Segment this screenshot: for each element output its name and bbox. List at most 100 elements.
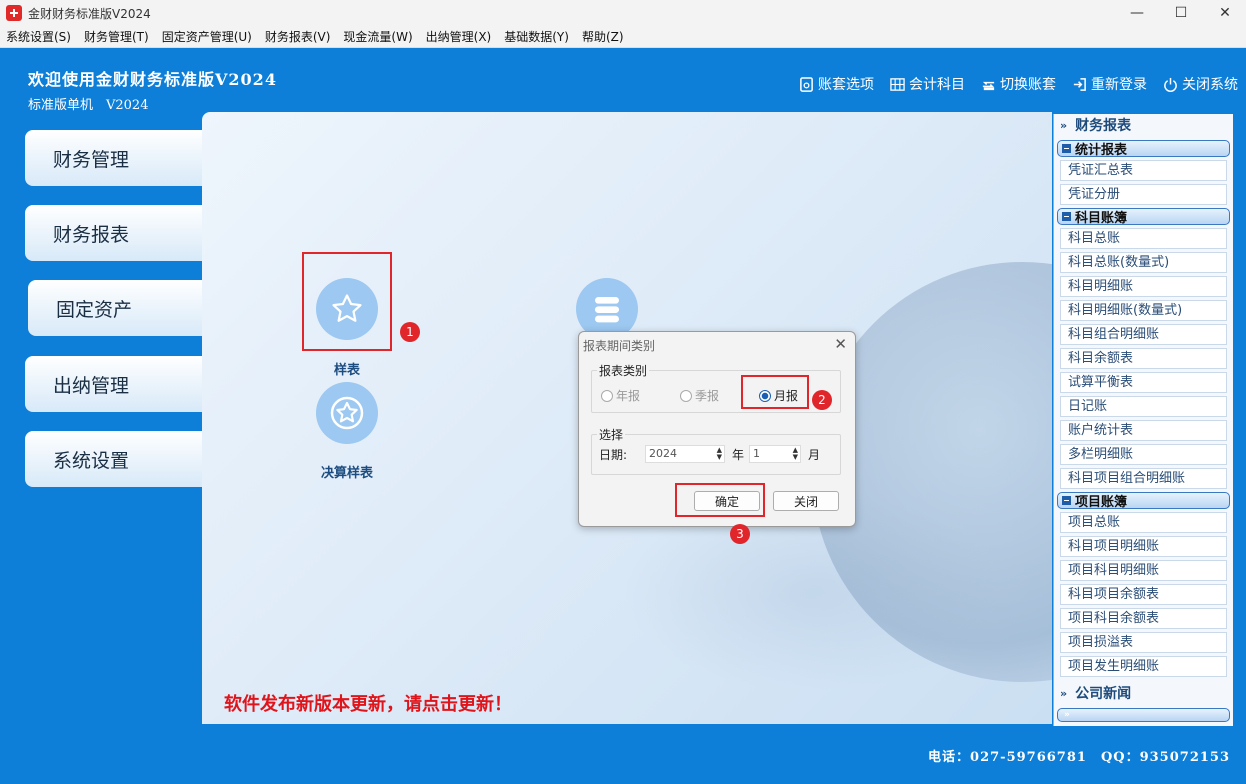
update-notice-link[interactable]: 软件发布新版本更新，请点击更新！ xyxy=(224,690,512,716)
section-project-ledgers[interactable]: 项目账簿 xyxy=(1057,492,1230,510)
radio-quarterly[interactable]: 季报 xyxy=(680,387,719,404)
double-chevron-down-icon: » xyxy=(1060,686,1068,700)
month-spinner[interactable]: 1 ▲ ▼ xyxy=(749,445,801,463)
close-window-button[interactable]: ✕ xyxy=(1202,0,1246,26)
final-sample-label: 决算样表 xyxy=(321,466,374,481)
highlight-box-3 xyxy=(675,483,765,517)
final-sample-button[interactable] xyxy=(316,382,378,444)
dialog-title: 报表期间类别 xyxy=(583,339,656,353)
nav-finance-management[interactable]: 财务管理 xyxy=(25,130,203,186)
list-item[interactable]: 凭证汇总表 xyxy=(1060,160,1227,181)
month-spin-arrows-icon[interactable]: ▲ ▼ xyxy=(793,447,798,461)
menu-financial-reports[interactable]: 财务报表(V) xyxy=(259,28,338,45)
radio-quarterly-label: 季报 xyxy=(695,389,720,403)
year-spin-arrows-icon[interactable]: ▲ ▼ xyxy=(717,447,722,461)
list-item[interactable]: 凭证分册 xyxy=(1060,184,1227,205)
list-item[interactable]: 日记账 xyxy=(1060,396,1227,417)
app-icon xyxy=(6,5,22,21)
report-type-legend: 报表类别 xyxy=(597,362,650,379)
database-icon xyxy=(595,297,619,323)
sample-table-label: 样表 xyxy=(334,363,361,378)
title-bar: 金财财务标准版V2024 — ☐ ✕ xyxy=(0,0,1246,26)
maximize-button[interactable]: ☐ xyxy=(1158,0,1204,26)
switch-account-button[interactable]: 切换账套 xyxy=(981,74,1056,94)
power-icon xyxy=(1164,77,1177,92)
menu-finance-management[interactable]: 财务管理(T) xyxy=(78,28,156,45)
menu-cashier[interactable]: 出纳管理(X) xyxy=(420,28,499,45)
list-item[interactable]: 项目科目余额表 xyxy=(1060,608,1227,629)
menu-basic-data[interactable]: 基础数据(Y) xyxy=(498,28,576,45)
section-project-ledgers-title: 项目账簿 xyxy=(1075,495,1128,510)
list-item[interactable]: 科目余额表 xyxy=(1060,348,1227,369)
nav-cashier[interactable]: 出纳管理 xyxy=(25,356,203,412)
list-item[interactable]: 账户统计表 xyxy=(1060,420,1227,441)
contact-footer: 电话：027-59766781 QQ：935072153 xyxy=(928,750,1230,765)
radio-annual-dot xyxy=(601,389,613,402)
reports-panel-header[interactable]: » 财务报表 xyxy=(1054,114,1234,136)
nav-fixed-assets[interactable]: 固定资产 xyxy=(28,280,206,336)
exit-system-button[interactable]: 关闭系统 xyxy=(1163,74,1238,94)
radio-annual-label: 年报 xyxy=(616,389,641,403)
login-icon xyxy=(1073,77,1086,91)
year-spinner[interactable]: 2024 ▲ ▼ xyxy=(645,445,725,463)
account-options-button[interactable]: 账套选项 xyxy=(799,74,874,94)
reports-panel-title: 财务报表 xyxy=(1075,118,1132,134)
dialog-close-icon[interactable]: ✕ xyxy=(834,335,847,353)
menu-bar: 系统设置(S) 财务管理(T) 固定资产管理(U) 财务报表(V) 现金流量(W… xyxy=(0,26,1246,48)
chevron-down-icon: » xyxy=(1064,710,1070,720)
list-item[interactable]: 多栏明细账 xyxy=(1060,444,1227,465)
menu-system-settings[interactable]: 系统设置(S) xyxy=(0,28,78,45)
dialog-close-button[interactable]: 关闭 xyxy=(773,491,839,511)
menu-cash-flow[interactable]: 现金流量(W) xyxy=(337,28,419,45)
switch-icon xyxy=(982,81,995,90)
radio-annual[interactable]: 年报 xyxy=(601,387,640,404)
month-value: 1 xyxy=(753,447,760,460)
section-statistics[interactable]: 统计报表 xyxy=(1057,140,1230,158)
double-chevron-down-icon: » xyxy=(1060,118,1068,132)
list-item[interactable]: 项目发生明细账 xyxy=(1060,656,1227,677)
section-subject-ledgers[interactable]: 科目账簿 xyxy=(1057,208,1230,226)
nav-system-settings[interactable]: 系统设置 xyxy=(25,431,203,487)
month-unit: 月 xyxy=(808,448,821,462)
menu-help[interactable]: 帮助(Z) xyxy=(576,28,631,45)
list-item[interactable]: 科目组合明细账 xyxy=(1060,324,1227,345)
menu-fixed-assets[interactable]: 固定资产管理(U) xyxy=(156,28,259,45)
account-options-icon xyxy=(800,76,813,92)
grid-icon xyxy=(890,77,905,91)
list-item[interactable]: 项目损溢表 xyxy=(1060,632,1227,653)
year-unit: 年 xyxy=(732,448,745,462)
list-item[interactable]: 科目总账(数量式) xyxy=(1060,252,1227,273)
list-item[interactable]: 项目科目明细账 xyxy=(1060,560,1227,581)
relogin-label: 重新登录 xyxy=(1091,77,1147,93)
welcome-title: 欢迎使用金财财务标准版V2024 xyxy=(28,70,277,89)
nav-financial-reports[interactable]: 财务报表 xyxy=(25,205,203,261)
minimize-button[interactable]: — xyxy=(1114,0,1160,26)
list-item[interactable]: 项目总账 xyxy=(1060,512,1227,533)
list-item[interactable]: 试算平衡表 xyxy=(1060,372,1227,393)
highlight-box-1 xyxy=(302,252,392,351)
list-item[interactable]: 科目项目组合明细账 xyxy=(1060,468,1227,489)
news-panel-title: 公司新闻 xyxy=(1075,686,1132,702)
edition-label: 标准版单机 V2024 xyxy=(28,98,149,113)
subjects-label: 会计科目 xyxy=(909,77,965,93)
radio-quarterly-dot xyxy=(680,389,692,402)
collapse-icon xyxy=(1062,212,1071,221)
news-panel-header[interactable]: » 公司新闻 xyxy=(1054,682,1234,704)
list-item[interactable]: 科目项目余额表 xyxy=(1060,584,1227,605)
list-item[interactable]: 科目明细账(数量式) xyxy=(1060,300,1227,321)
account-options-label: 账套选项 xyxy=(818,77,874,93)
list-item[interactable]: 科目明细账 xyxy=(1060,276,1227,297)
list-item[interactable]: 科目总账 xyxy=(1060,228,1227,249)
section-subject-ledgers-title: 科目账簿 xyxy=(1075,211,1128,226)
step-badge-1: 1 xyxy=(400,322,420,342)
relogin-button[interactable]: 重新登录 xyxy=(1072,74,1147,94)
window-title: 金财财务标准版V2024 xyxy=(28,7,151,21)
switch-account-label: 切换账套 xyxy=(1000,77,1056,93)
subjects-button[interactable]: 会计科目 xyxy=(890,74,965,94)
select-legend: 选择 xyxy=(597,426,626,443)
exit-system-label: 关闭系统 xyxy=(1182,77,1238,93)
list-item[interactable]: 科目项目明细账 xyxy=(1060,536,1227,557)
step-badge-3: 3 xyxy=(730,524,750,544)
news-collapsed-bar[interactable]: » xyxy=(1057,708,1230,722)
right-panel: » 财务报表 统计报表 凭证汇总表 凭证分册 科目账簿 科目总账 科目总账(数量… xyxy=(1053,114,1233,726)
